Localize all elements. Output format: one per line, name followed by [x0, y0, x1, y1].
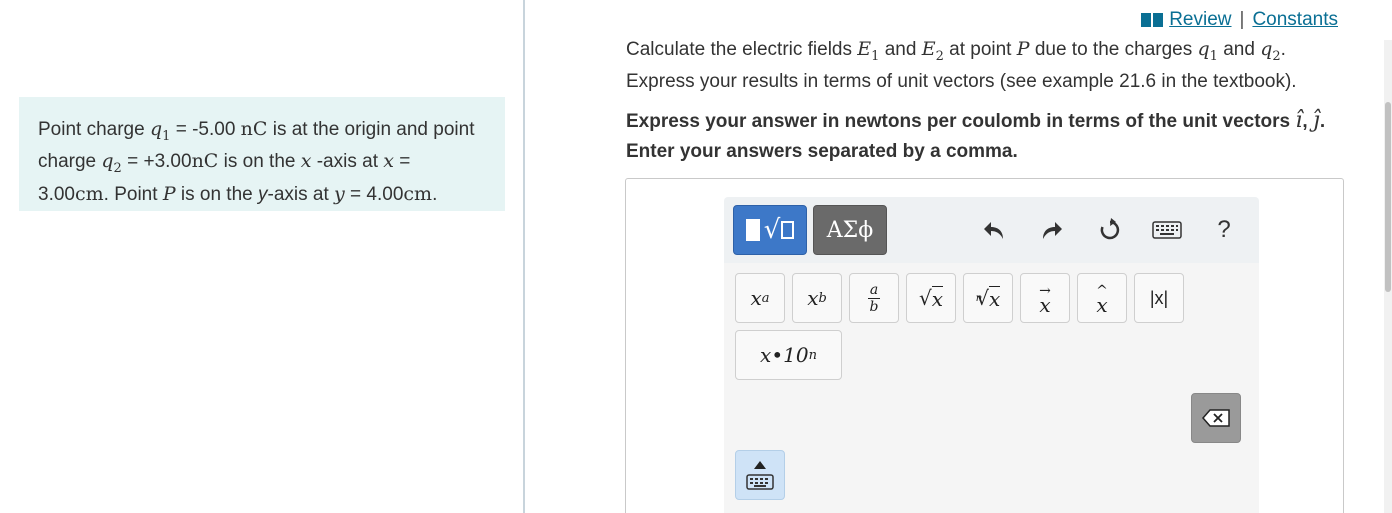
- question-fragment: and: [879, 39, 922, 60]
- review-link[interactable]: Review: [1169, 9, 1231, 31]
- greek-symbols-button[interactable]: ΑΣϕ: [813, 205, 887, 255]
- button-glyph: x: [1096, 293, 1108, 317]
- var-e: E: [921, 38, 936, 60]
- templates-tab-button[interactable]: √: [733, 205, 807, 255]
- caret-up-icon: [754, 460, 766, 469]
- button-glyph: x: [1039, 293, 1051, 317]
- var-q2-sub: 2: [1272, 48, 1281, 64]
- book-icon: [1141, 13, 1164, 27]
- constants-link[interactable]: Constants: [1252, 9, 1338, 31]
- var-q: q: [1197, 38, 1210, 60]
- backspace-icon: [1202, 409, 1230, 427]
- top-links: Review | Constants: [1141, 9, 1338, 31]
- instruction-fragment: Express your answer in newtons per coulo…: [626, 111, 1296, 132]
- vector-button[interactable]: → x: [1020, 273, 1070, 323]
- problem-text: = 4.00: [344, 183, 404, 205]
- sqrt-button[interactable]: √ x: [906, 273, 956, 323]
- problem-text: -axis at: [311, 151, 384, 173]
- question-fragment: at point: [943, 39, 1017, 60]
- var-y: y: [334, 182, 345, 205]
- fraction-button[interactable]: a b: [849, 273, 899, 323]
- question-text: Calculate the electric fields E1 and E2 …: [626, 37, 1346, 94]
- unit: nC: [191, 150, 219, 173]
- var-q1-sub: 1: [1209, 48, 1218, 64]
- unit-vector-j: ĵ: [1312, 108, 1320, 133]
- absolute-value-button[interactable]: |x|: [1134, 273, 1184, 323]
- problem-text: = +3.00: [121, 151, 192, 173]
- question-fragment: and: [1217, 39, 1261, 60]
- var-p: P: [1016, 38, 1030, 60]
- placeholder-box-icon: [781, 221, 795, 239]
- button-glyph: b: [818, 290, 827, 306]
- button-glyph: x: [807, 286, 819, 310]
- var-x: x: [300, 150, 312, 173]
- keyboard-icon: [746, 473, 774, 490]
- reset-icon[interactable]: [1094, 214, 1126, 246]
- var-e2-sub: 2: [935, 48, 944, 64]
- button-glyph: x•10: [760, 343, 809, 367]
- problem-text: . Point: [103, 183, 163, 205]
- button-glyph: a: [761, 290, 770, 306]
- redo-icon[interactable]: [1036, 214, 1068, 246]
- problem-statement: Point charge q1 = -5.00 nC is at the ori…: [19, 97, 505, 211]
- help-button[interactable]: ?: [1208, 214, 1240, 246]
- question-fragment: due to the charges: [1029, 39, 1198, 60]
- instruction-fragment: ,: [1302, 111, 1313, 132]
- sqrt-icon: √: [918, 286, 932, 310]
- unit: nC: [240, 118, 268, 140]
- undo-icon[interactable]: [978, 214, 1010, 246]
- scrollbar-thumb[interactable]: [1385, 102, 1391, 292]
- nth-root-button[interactable]: n √ x: [963, 273, 1013, 323]
- problem-text: -axis at: [267, 183, 335, 205]
- var-q1: q: [149, 118, 163, 140]
- cursor-block-icon: [745, 219, 760, 241]
- question-fragment: Express your results in terms of unit ve…: [626, 70, 1297, 92]
- nth-root-icon: √: [976, 286, 989, 310]
- sqrt-icon: √: [763, 215, 781, 245]
- var-q: q: [1260, 38, 1273, 60]
- problem-text: is on the: [175, 183, 258, 205]
- button-glyph: x: [750, 286, 762, 310]
- var-q2-sub: 2: [113, 161, 122, 177]
- problem-text: .: [432, 183, 438, 205]
- var-e: E: [857, 38, 872, 60]
- subscript-button[interactable]: xb: [792, 273, 842, 323]
- question-fragment: Calculate the electric fields: [626, 39, 858, 60]
- backspace-button[interactable]: [1191, 393, 1241, 443]
- problem-text: is on the: [218, 151, 301, 173]
- problem-text: = -5.00: [170, 119, 241, 140]
- button-glyph: x: [988, 285, 1001, 311]
- unit: cm: [74, 182, 104, 205]
- button-glyph: x: [931, 285, 944, 311]
- superscript-button[interactable]: xa: [735, 273, 785, 323]
- var-p: P: [162, 182, 176, 205]
- var-q2: q: [101, 150, 114, 173]
- button-glyph: a: [869, 281, 879, 298]
- y-word: y: [258, 183, 268, 205]
- button-glyph: n: [808, 347, 817, 363]
- question-fragment: .: [1280, 39, 1286, 60]
- var-x: x: [383, 150, 394, 173]
- scientific-notation-button[interactable]: x•10 n: [735, 330, 842, 380]
- answer-instruction: Express your answer in newtons per coulo…: [626, 106, 1346, 167]
- link-separator: |: [1239, 9, 1245, 30]
- keyboard-icon[interactable]: [1150, 214, 1184, 246]
- unit: cm: [403, 182, 433, 205]
- keyboard-toggle-button[interactable]: [735, 450, 785, 500]
- button-glyph: b: [869, 298, 879, 315]
- page-scrollbar[interactable]: [1384, 40, 1392, 513]
- problem-text: Point charge: [38, 119, 150, 140]
- panel-divider: [523, 0, 525, 513]
- unit-vector-hat-button[interactable]: ^ x: [1077, 273, 1127, 323]
